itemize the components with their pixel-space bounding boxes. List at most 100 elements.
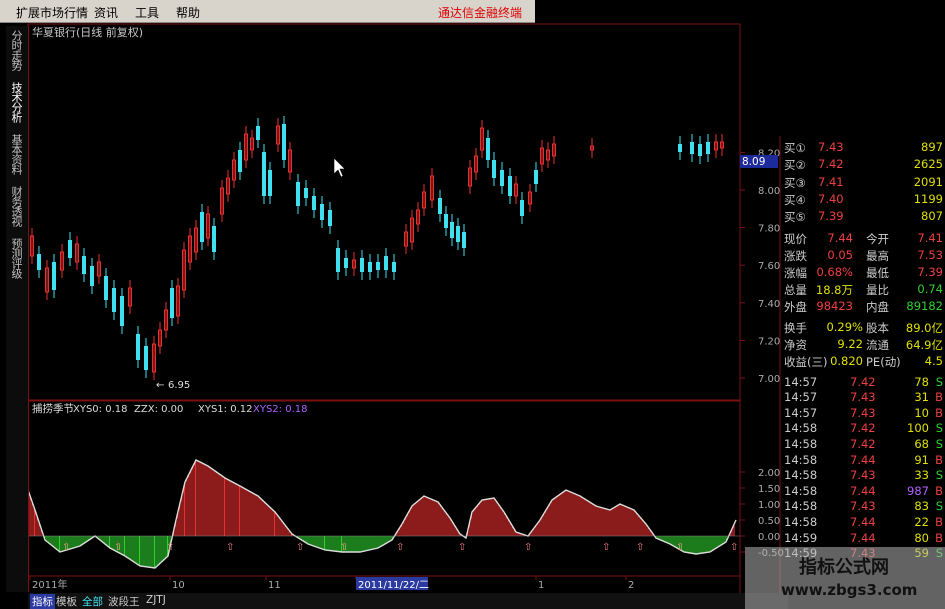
stat-row: 现价 7.44 今开 7.41 (780, 230, 945, 247)
candle (128, 280, 132, 314)
tick-flag: S (935, 421, 943, 436)
indicator-tick-label: 2.00 (758, 468, 780, 479)
candle (144, 338, 148, 378)
tick-row: 14:58 7.44 987 B (780, 483, 945, 500)
tab-band-king[interactable]: 波段王 (108, 594, 140, 609)
tick-flag: B (935, 405, 943, 420)
price-tick-label: 7.00 (758, 374, 780, 385)
tick-row: 14:57 7.42 78 S (780, 374, 945, 391)
tick-price: 7.43 (850, 499, 876, 514)
low-price-marker: ← 6.95 (156, 380, 190, 391)
candle (404, 224, 408, 254)
price-tag: 8.09 (740, 155, 778, 168)
candle (698, 136, 702, 164)
quote-panel: 买① 7.43 897 买② 7.42 2625 买③ 7.41 2091 买④ 7.40 1199 买… (780, 136, 945, 609)
candle (376, 254, 380, 278)
tab-all[interactable]: 全部 (82, 594, 103, 609)
zzx-label: ZZX: 0.00 (134, 404, 183, 415)
menu-item-news[interactable]: 资讯 (94, 4, 118, 21)
indicator-axis: 2.001.501.000.500.00-0.50 (740, 468, 784, 559)
bid-label: 买④ (784, 192, 806, 207)
side-tabs: 分时走势 技术分析 基本资料 财务透视 预测评级 (6, 26, 29, 592)
candle (706, 134, 710, 162)
candle (136, 326, 140, 368)
indicator-tick-label: 1.00 (758, 500, 780, 511)
candle (200, 204, 204, 250)
stat-value: 98423 (816, 298, 853, 313)
candle (678, 136, 682, 160)
candle (714, 134, 718, 158)
candle (438, 190, 442, 222)
extra-label-2: 股本 (866, 320, 889, 335)
tab-template[interactable]: 模板 (56, 594, 77, 609)
tick-flag: S (935, 374, 943, 389)
extra-label: 净资 (784, 337, 807, 352)
stat-label-2: 内盘 (866, 299, 889, 314)
tab-zjtj[interactable]: ZJTJ (146, 594, 166, 606)
candle (176, 278, 180, 324)
candle (384, 248, 388, 278)
candle (416, 202, 420, 232)
stat-value: 0.05 (827, 247, 853, 262)
stat-label-2: 量比 (866, 282, 889, 297)
stat-row: 总量 18.8万 量比 0.74 (780, 281, 945, 298)
tab-intraday[interactable]: 分时走势 (8, 30, 23, 70)
tab-fundamentals[interactable]: 基本资料 (8, 134, 23, 174)
candle (194, 220, 198, 260)
candle (590, 138, 594, 158)
bid-volume: 897 (921, 140, 943, 154)
bid-price: 7.42 (818, 157, 844, 172)
candle (82, 248, 86, 282)
menu-item-extended-market[interactable]: 扩展市场行情 (16, 4, 88, 21)
candle (90, 258, 94, 294)
stat-value: 0.68% (816, 264, 853, 279)
tick-flag: B (935, 483, 943, 498)
bid-price: 7.41 (818, 174, 844, 189)
candle (456, 218, 460, 250)
price-tick-label: 7.20 (758, 336, 780, 347)
tick-row: 14:58 7.44 91 B (780, 452, 945, 469)
stat-label: 现价 (784, 231, 807, 246)
chart-title: 华夏银行(日线 前复权) (32, 25, 143, 39)
candle (552, 136, 556, 164)
tick-price: 7.43 (850, 405, 876, 420)
candle (520, 192, 524, 224)
candle (276, 118, 280, 152)
candle (430, 168, 434, 208)
chart-frames (27, 23, 781, 593)
candle (37, 246, 41, 278)
tab-technical[interactable]: 技术分析 (8, 82, 23, 122)
bottom-tabs: 指标 模板 全部 波段王 ZJTJ (28, 593, 788, 609)
tab-indicator[interactable]: 指标 (30, 594, 55, 609)
extra-value: 0.29% (826, 319, 863, 334)
tick-volume: 100 (907, 421, 929, 436)
signal-arrow-icon: ⇧ (340, 542, 348, 553)
tick-price: 7.42 (850, 421, 876, 436)
menu-item-help[interactable]: 帮助 (176, 4, 200, 21)
tab-ratings[interactable]: 预测评级 (8, 238, 23, 278)
tick-volume: 80 (914, 530, 929, 545)
bid-row: 买④ 7.40 1199 (780, 191, 945, 208)
signal-arrow-icon: ⇧ (62, 542, 70, 553)
menu-item-tools[interactable]: 工具 (135, 4, 159, 21)
bid-price: 7.40 (818, 191, 844, 206)
candle (690, 134, 694, 162)
signal-arrow-icon: ⇧ (166, 542, 174, 553)
bid-price: 7.39 (818, 209, 844, 224)
candle (450, 214, 454, 246)
extra-value-2: 4.5 (924, 353, 943, 368)
stat-value-2: 89182 (906, 298, 943, 313)
indicator-name[interactable]: 捕捞季节 (32, 402, 74, 415)
tick-volume: 83 (914, 499, 929, 514)
bid-label: 买① (784, 141, 806, 155)
tab-financials[interactable]: 财务透视 (8, 186, 23, 226)
tick-flag: B (935, 530, 943, 545)
candle (188, 228, 192, 270)
candle (282, 116, 286, 168)
candle (97, 254, 101, 284)
stat-label-2: 今开 (866, 231, 889, 246)
tick-row: 14:58 7.42 100 S (780, 420, 945, 437)
low-price-label: 6.95 (168, 380, 190, 391)
tick-volume: 78 (914, 374, 929, 389)
stat-row: 涨跌 0.05 最高 7.53 (780, 247, 945, 264)
